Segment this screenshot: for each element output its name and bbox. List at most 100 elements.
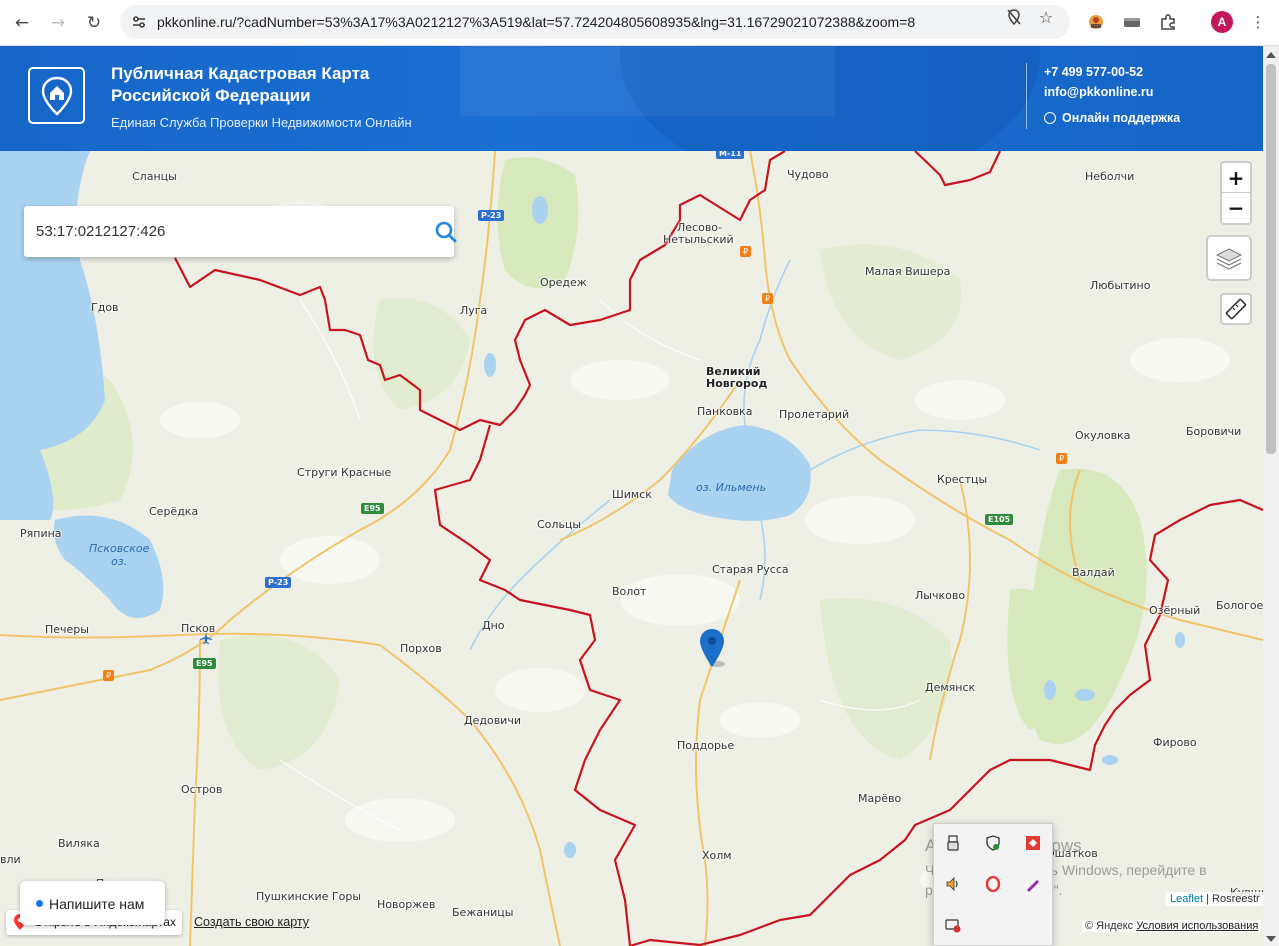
yandex-copyright: © Яндекс Условия использования xyxy=(1082,920,1262,932)
city-label: Озёрный xyxy=(1149,604,1201,617)
address-bar[interactable]: pkkonline.ru/?cadNumber=53%3A17%3A021212… xyxy=(120,5,1070,39)
ruler-icon xyxy=(1225,298,1247,320)
extension-icon[interactable] xyxy=(1085,11,1107,33)
site-settings-icon[interactable] xyxy=(130,13,148,31)
cadastral-search-input[interactable] xyxy=(36,220,396,242)
scroll-up-arrow-icon[interactable] xyxy=(1266,52,1276,58)
lake-label-pskov: Псковское оз. xyxy=(89,542,150,568)
map-view[interactable]: Сланцы Чудово Неболчи Лесово- Нетыльский Мала… xyxy=(0,151,1263,946)
map-attribution: Leaflet | Rosreestr xyxy=(1166,892,1264,906)
reload-icon[interactable]: ↻ xyxy=(80,9,108,37)
city-label: Нетыльский xyxy=(663,233,734,246)
create-map-link[interactable]: Создать свою карту xyxy=(194,915,309,929)
leaflet-link[interactable]: Leaflet xyxy=(1170,893,1203,905)
security-shield-icon[interactable] xyxy=(984,834,1002,852)
chat-button-label: Напишите нам xyxy=(49,896,145,912)
city-label: Пушкинские Горы xyxy=(256,890,362,903)
forward-arrow-icon[interactable]: → xyxy=(44,9,72,37)
online-support-link[interactable]: Онлайн поддержка xyxy=(1062,111,1180,125)
zoom-in-button[interactable]: + xyxy=(1222,163,1250,193)
city-label: Лычково xyxy=(915,589,966,602)
phone-link[interactable]: +7 499 577-00-52 xyxy=(1044,65,1143,79)
site-logo[interactable] xyxy=(28,67,85,124)
layers-button[interactable] xyxy=(1206,235,1252,281)
city-label: Сольцы xyxy=(537,518,582,531)
map-marker-pin-icon[interactable] xyxy=(699,628,725,668)
chat-button[interactable]: Напишите нам xyxy=(20,881,165,925)
city-label: Чудово xyxy=(787,168,829,181)
terms-of-use-link[interactable]: Условия использования xyxy=(1136,920,1258,932)
fuel-station-icon: ₽ xyxy=(762,293,773,304)
system-tray-overflow xyxy=(933,823,1053,946)
city-label: Марёво xyxy=(858,792,902,805)
rosreestr-credit: Rosreestr xyxy=(1212,893,1260,905)
cadastral-search xyxy=(24,206,457,257)
map-tiles xyxy=(0,151,1263,946)
city-label: Бежаницы xyxy=(452,906,514,919)
city-label: Панковка xyxy=(697,405,753,418)
city-label: Демянск xyxy=(925,681,976,694)
road-number-badge: Е95 xyxy=(361,503,384,514)
city-label: Любытино xyxy=(1090,279,1151,292)
city-label: Холм xyxy=(702,849,732,862)
extensions-puzzle-icon[interactable] xyxy=(1157,11,1179,33)
app-tray-icon[interactable] xyxy=(1024,834,1042,852)
city-label: Луга xyxy=(460,304,488,317)
airport-icon xyxy=(200,632,212,644)
city-label: Валдай xyxy=(1072,566,1115,579)
volume-icon[interactable] xyxy=(944,875,962,893)
layers-icon xyxy=(1215,248,1243,270)
city-label: Пролетарий xyxy=(779,408,850,421)
city-label: Серёдка xyxy=(149,505,199,518)
scrollbar-thumb[interactable] xyxy=(1266,64,1276,454)
zoom-out-button[interactable]: − xyxy=(1222,193,1250,223)
fuel-station-icon: ₽ xyxy=(1056,453,1067,464)
road-number-badge: Р-23 xyxy=(478,210,505,221)
road-number-badge: Е105 xyxy=(985,514,1014,525)
site-title[interactable]: Публичная Кадастровая Карта Российской Ф… xyxy=(111,63,431,107)
city-label: Дно xyxy=(482,619,505,632)
search-icon[interactable] xyxy=(434,220,458,244)
city-label: Дедовичи xyxy=(464,714,521,727)
lake-label-ilmen: оз. Ильмень xyxy=(696,481,767,494)
road-number-badge: Р-23 xyxy=(265,577,292,588)
city-label: Ряпина xyxy=(20,527,62,540)
profile-avatar[interactable]: A xyxy=(1211,11,1233,33)
fuel-station-icon: ₽ xyxy=(740,246,751,257)
city-label: Порхов xyxy=(400,642,442,655)
site-header: Публичная Кадастровая Карта Российской Ф… xyxy=(0,46,1263,151)
measure-button[interactable] xyxy=(1220,293,1252,325)
city-label: Остров xyxy=(181,783,223,796)
city-label: Поддорье xyxy=(677,739,735,752)
city-label: Печеры xyxy=(45,623,89,636)
road-number-badge: М-11 xyxy=(716,151,745,159)
url-text[interactable]: pkkonline.ru/?cadNumber=53%3A17%3A021212… xyxy=(157,14,915,30)
network-warning-icon[interactable] xyxy=(944,916,962,934)
city-label: Струги Красные xyxy=(297,466,392,479)
bookmark-star-icon[interactable]: ☆ xyxy=(1036,7,1056,27)
email-link[interactable]: info@pkkonline.ru xyxy=(1044,85,1153,99)
city-label: Фирово xyxy=(1153,736,1197,749)
fuel-station-icon: ₽ xyxy=(103,670,114,681)
chat-bubble-icon xyxy=(1044,112,1056,124)
city-label: Крестцы xyxy=(937,473,988,486)
extension-icon[interactable] xyxy=(1121,11,1143,33)
city-label: Неболчи xyxy=(1085,170,1135,183)
city-label: Бологое xyxy=(1216,599,1263,612)
city-label: Волот xyxy=(612,585,647,598)
scroll-down-arrow-icon[interactable] xyxy=(1266,936,1276,942)
site-subtitle: Единая Служба Проверки Недвижимости Онла… xyxy=(111,115,412,130)
city-label: Малая Вишера xyxy=(865,265,951,278)
city-label-partial: вли xyxy=(0,853,21,866)
home-pin-icon xyxy=(41,76,72,116)
pen-tool-icon[interactable] xyxy=(1024,875,1042,893)
city-label: Оредеж xyxy=(540,276,587,289)
usb-drive-icon[interactable] xyxy=(944,834,962,852)
menu-kebab-icon[interactable]: ⋮ xyxy=(1247,11,1269,33)
city-label: Новоржев xyxy=(377,898,436,911)
city-label: Шимск xyxy=(612,488,652,501)
opera-icon[interactable] xyxy=(984,875,1002,893)
back-arrow-icon[interactable]: ← xyxy=(8,9,36,37)
city-label: Боровичи xyxy=(1186,425,1242,438)
location-blocked-icon[interactable] xyxy=(1004,7,1024,27)
